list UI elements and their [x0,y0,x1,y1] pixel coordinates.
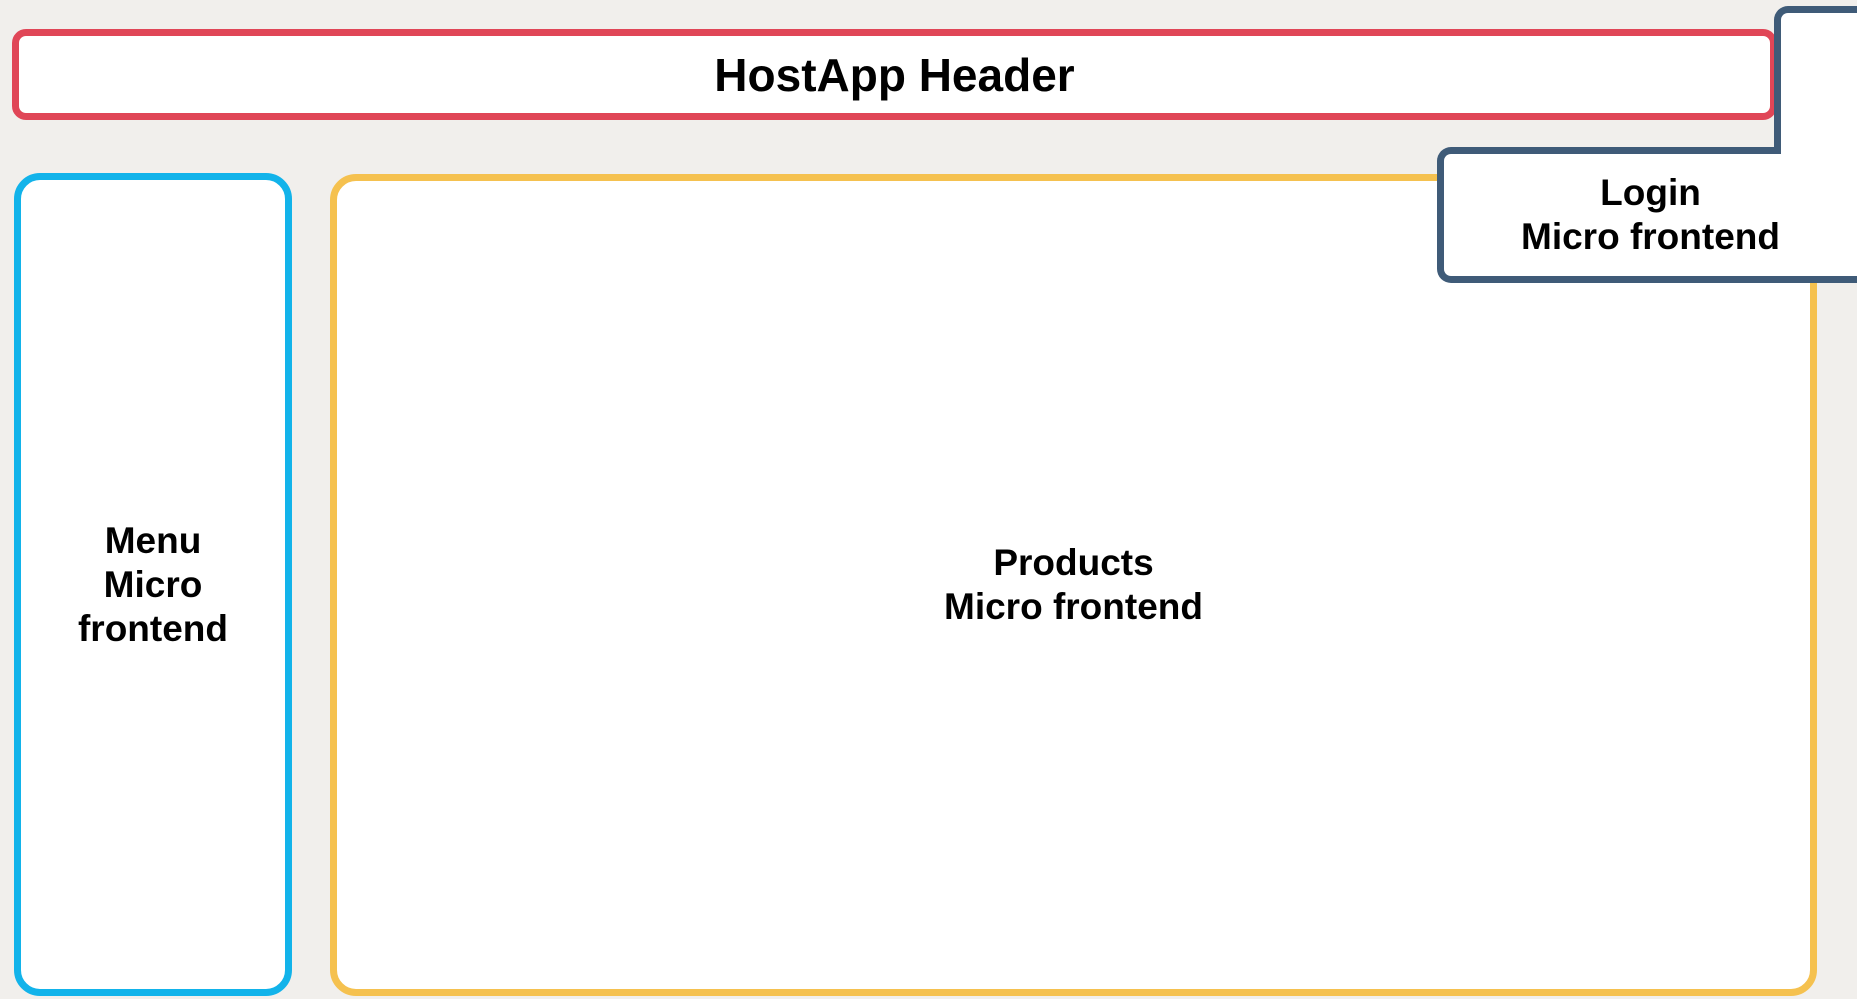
products-micro-frontend-box: Products Micro frontend [330,174,1817,996]
login-connector-tab [1774,6,1857,158]
login-micro-frontend-label: Login Micro frontend [1521,172,1780,257]
menu-micro-frontend-label: Menu Micro frontend [77,519,229,649]
login-micro-frontend-box: Login Micro frontend [1437,147,1857,283]
hostapp-header-label: HostApp Header [714,48,1075,101]
products-micro-frontend-label: Products Micro frontend [944,542,1203,627]
login-connector-join [1781,140,1857,154]
hostapp-header-box: HostApp Header [12,29,1777,120]
menu-micro-frontend-box: Menu Micro frontend [14,173,292,996]
